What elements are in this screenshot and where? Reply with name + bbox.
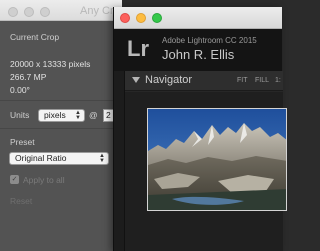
select-arrows-icon: ▲ ▼ (75, 110, 81, 121)
nav-zoom-fill[interactable]: FILL (255, 77, 269, 84)
identity-plate: Lr Adobe Lightroom CC 2015 John R. Ellis (114, 29, 282, 71)
crop-window-titlebar[interactable]: Any Cr (0, 0, 122, 21)
resolution-value: 2 (106, 110, 111, 120)
navigator-panel: Navigator FIT FILL 1: (124, 71, 287, 251)
nav-zoom-fit[interactable]: FIT (237, 77, 248, 84)
section-divider (0, 128, 122, 129)
mountain-landscape-image (148, 109, 286, 210)
units-select-value: pixels (44, 110, 66, 120)
close-button[interactable] (8, 7, 18, 17)
minimize-button[interactable] (24, 7, 34, 17)
close-button[interactable] (120, 13, 130, 23)
crop-angle: 0.00° (10, 85, 30, 95)
preset-select[interactable]: Original Ratio ▲ ▼ (9, 152, 109, 165)
preset-label: Preset (10, 137, 35, 147)
user-name: John R. Ellis (162, 47, 235, 62)
crop-window-title: Any Cr (80, 5, 114, 17)
collapse-triangle-icon[interactable] (132, 77, 140, 83)
current-crop-heading: Current Crop (10, 32, 60, 42)
navigator-header[interactable]: Navigator FIT FILL 1: (125, 71, 283, 91)
crop-tool-window: Any Cr Current Crop 20000 x 13333 pixels… (0, 0, 122, 251)
product-name: Adobe Lightroom CC 2015 (162, 36, 257, 45)
at-sign: @ (89, 110, 98, 120)
navigator-photo-preview[interactable] (147, 108, 287, 211)
lightroom-titlebar[interactable] (114, 7, 282, 29)
units-select[interactable]: pixels ▲ ▼ (38, 109, 85, 122)
navigator-title: Navigator (145, 74, 193, 86)
crop-dimensions: 20000 x 13333 pixels (10, 59, 91, 69)
units-label: Units (10, 110, 30, 120)
minimize-button[interactable] (136, 13, 146, 23)
lightroom-window: Lr Adobe Lightroom CC 2015 John R. Ellis… (113, 7, 287, 251)
apply-to-all-label: Apply to all (23, 175, 65, 185)
section-divider (0, 100, 122, 101)
select-arrows-icon: ▲ ▼ (99, 153, 105, 164)
lightroom-logo: Lr (127, 36, 149, 61)
zoom-button[interactable] (40, 7, 50, 17)
zoom-button[interactable] (152, 13, 162, 23)
apply-to-all-checkbox[interactable]: ✓ (10, 175, 19, 184)
crop-megapixels: 266.7 MP (10, 72, 47, 82)
preset-select-value: Original Ratio (15, 153, 67, 163)
reset-button[interactable]: Reset (10, 196, 32, 206)
nav-zoom-1to1[interactable]: 1: (275, 77, 281, 84)
